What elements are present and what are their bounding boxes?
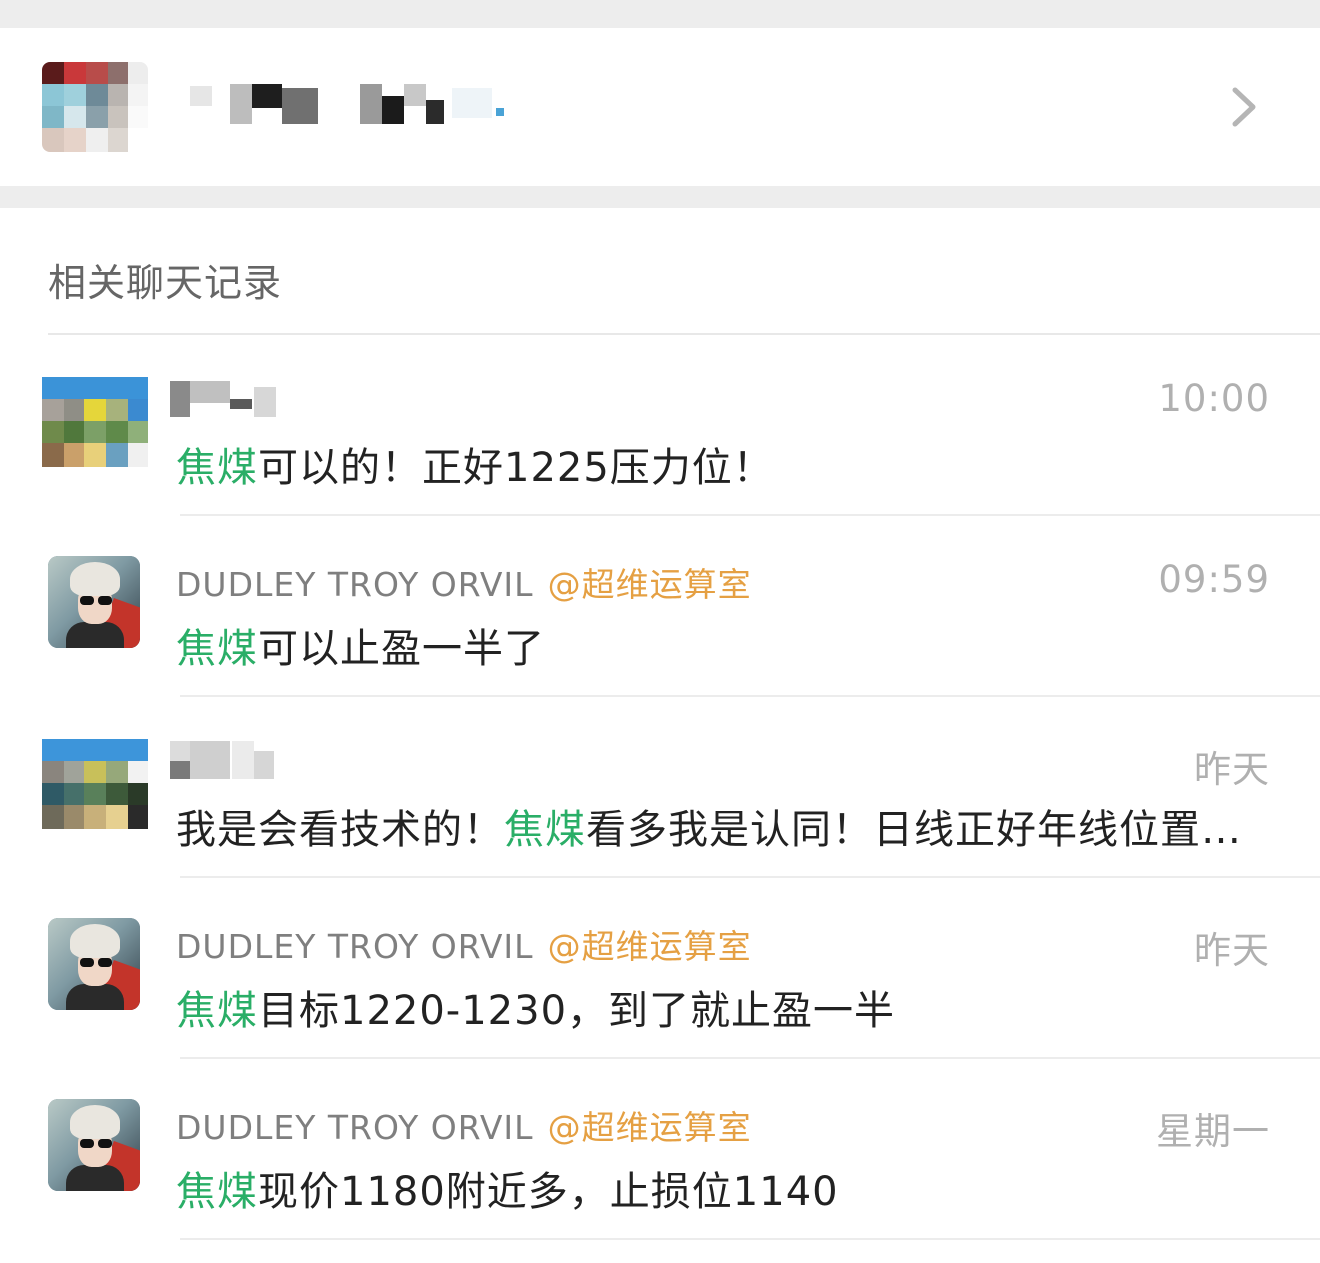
sender-name: DUDLEY TROY ORVIL bbox=[176, 565, 534, 604]
top-separator bbox=[0, 0, 1320, 28]
keyword-highlight: 焦煤 bbox=[176, 1169, 258, 1215]
avatar bbox=[42, 739, 148, 829]
chat-result[interactable]: DUDLEY TROY ORVIL @超维运算室 星期一 焦煤现价1180附近多，… bbox=[0, 1059, 1320, 1240]
message-time: 09:59 bbox=[1158, 558, 1270, 601]
message-time: 昨天 bbox=[1194, 929, 1270, 972]
chevron-right-icon[interactable] bbox=[1226, 84, 1260, 130]
keyword-highlight: 焦煤 bbox=[176, 988, 258, 1034]
chat-result[interactable]: 10:00 焦煤可以的！正好1225压力位！ bbox=[0, 335, 1320, 516]
message-snippet: 焦煤目标1220-1230，到了就止盈一半 bbox=[176, 988, 896, 1034]
message-snippet: 焦煤可以的！正好1225压力位！ bbox=[176, 445, 774, 491]
message-time: 10:00 bbox=[1158, 377, 1270, 420]
sender-name: DUDLEY TROY ORVIL bbox=[176, 1108, 534, 1147]
sender-name: DUDLEY TROY ORVIL bbox=[176, 927, 534, 966]
row-divider bbox=[180, 1238, 1320, 1240]
avatar bbox=[48, 918, 140, 1010]
avatar bbox=[42, 377, 148, 467]
sender-line: DUDLEY TROY ORVIL @超维运算室 bbox=[176, 1101, 752, 1149]
keyword-highlight: 焦煤 bbox=[176, 626, 258, 672]
chat-result[interactable]: DUDLEY TROY ORVIL @超维运算室 昨天 焦煤目标1220-1230… bbox=[0, 878, 1320, 1059]
section-separator bbox=[0, 186, 1320, 208]
section-title: 相关聊天记录 bbox=[48, 261, 283, 305]
keyword-highlight: 焦煤 bbox=[176, 445, 258, 491]
group-name-blurred bbox=[176, 78, 516, 130]
message-time: 星期一 bbox=[1156, 1110, 1270, 1153]
chat-result[interactable]: DUDLEY TROY ORVIL @超维运算室 09:59 焦煤可以止盈一半了 bbox=[0, 516, 1320, 697]
message-snippet: 焦煤现价1180附近多，止损位1140 bbox=[176, 1169, 839, 1215]
sender-name-blurred bbox=[168, 741, 278, 781]
group-tag: @超维运算室 bbox=[547, 565, 752, 604]
group-tag: @超维运算室 bbox=[547, 1108, 752, 1147]
message-snippet: 我是会看技术的！焦煤看多我是认同！日线正好年线位置… bbox=[176, 807, 1242, 853]
avatar bbox=[48, 556, 140, 648]
chat-result[interactable]: 昨天 我是会看技术的！焦煤看多我是认同！日线正好年线位置… bbox=[0, 697, 1320, 878]
keyword-highlight: 焦煤 bbox=[504, 807, 586, 853]
sender-name-blurred bbox=[168, 379, 278, 419]
message-snippet: 焦煤可以止盈一半了 bbox=[176, 626, 545, 672]
group-tag: @超维运算室 bbox=[547, 927, 752, 966]
avatar bbox=[48, 1099, 140, 1191]
sender-line: DUDLEY TROY ORVIL @超维运算室 bbox=[176, 920, 752, 968]
group-avatar[interactable] bbox=[42, 62, 148, 152]
sender-line: DUDLEY TROY ORVIL @超维运算室 bbox=[176, 558, 752, 606]
message-time: 昨天 bbox=[1194, 748, 1270, 791]
